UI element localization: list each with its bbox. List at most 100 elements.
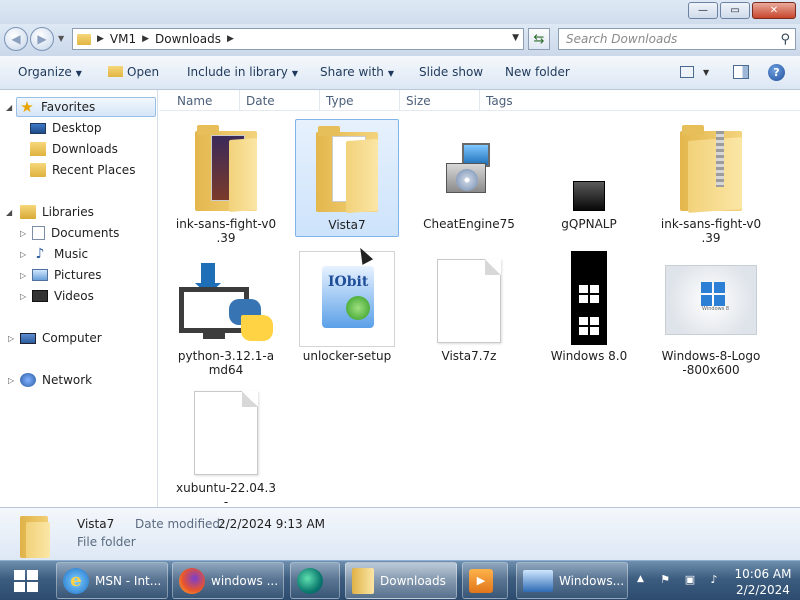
refresh-button[interactable]: ⇆ xyxy=(528,28,550,50)
help-icon[interactable]: ? xyxy=(768,64,785,81)
clock[interactable]: 10:06 AM 2/2/2024 xyxy=(730,566,796,598)
close-button[interactable]: ✕ xyxy=(752,2,796,19)
file-item[interactable]: python-3.12.1-a md64 xyxy=(174,251,278,377)
network-tray-icon[interactable]: ▣ xyxy=(683,573,697,587)
include-in-library-button[interactable]: Include in library ▼ xyxy=(187,65,298,79)
file-item[interactable]: gQPNALP xyxy=(537,119,641,237)
details-name: Vista7 xyxy=(77,517,115,531)
folder-icon xyxy=(77,33,91,45)
file-name: python-3.12.1-a md64 xyxy=(177,349,275,377)
search-input[interactable]: Search Downloads ⚲ xyxy=(558,28,796,50)
address-dropdown-icon[interactable]: ▼ xyxy=(512,33,519,43)
breadcrumb-chevron-icon[interactable]: ▶ xyxy=(97,34,104,44)
file-item-selected[interactable]: Vista7 xyxy=(295,119,399,237)
sidebar-item-pictures[interactable]: Pictures xyxy=(32,265,102,285)
sidebar-item-libraries[interactable]: Libraries xyxy=(20,202,94,222)
sidebar-item-music[interactable]: ♪ Music xyxy=(32,244,89,264)
sidebar-item-desktop[interactable]: Desktop xyxy=(30,118,102,138)
star-icon: ★ xyxy=(20,98,34,116)
taskbar-item-media-player[interactable]: ▶ xyxy=(462,562,508,599)
column-type[interactable]: Type xyxy=(326,94,354,108)
windows-image-thumbnail-icon xyxy=(571,251,607,345)
file-item[interactable]: CheatEngine75 xyxy=(417,119,521,237)
expand-arrow-icon[interactable]: ▷ xyxy=(20,292,26,301)
window-preview-icon xyxy=(523,569,553,592)
maximize-button[interactable]: ▭ xyxy=(720,2,750,19)
file-item[interactable]: Vista7.7z xyxy=(417,251,521,369)
file-item[interactable]: ink-sans-fight-v0 .39 xyxy=(174,119,278,245)
action-center-flag-icon[interactable]: ⚑ xyxy=(658,573,672,587)
sidebar-item-favorites[interactable]: ★ Favorites xyxy=(16,97,156,117)
clock-time: 10:06 AM xyxy=(734,567,792,581)
sidebar-item-documents[interactable]: Documents xyxy=(32,223,119,243)
taskbar-item-edge[interactable] xyxy=(290,562,340,599)
column-name[interactable]: Name xyxy=(177,94,212,108)
file-item[interactable]: ink-sans-fight-v0 .39 xyxy=(659,119,763,245)
column-date[interactable]: Date xyxy=(246,94,275,108)
slide-show-button[interactable]: Slide show xyxy=(419,65,483,79)
folder-icon xyxy=(352,567,374,594)
taskbar-item-firefox[interactable]: windows ... xyxy=(172,562,284,599)
taskbar-item-msn[interactable]: e MSN - Int... xyxy=(56,562,168,599)
forward-button[interactable]: ▶ xyxy=(30,27,54,51)
folder-icon xyxy=(195,125,257,212)
volume-muted-icon[interactable]: ♪ xyxy=(707,573,721,587)
back-button[interactable]: ◀ xyxy=(4,27,28,51)
desktop-icon xyxy=(30,122,46,134)
details-pane: Vista7 Date modified: 2/2/2024 9:13 AM F… xyxy=(0,507,800,560)
thumbnail-text: Windows 8 xyxy=(702,306,730,312)
file-item[interactable]: Windows 8.0 xyxy=(537,251,641,369)
start-button[interactable] xyxy=(4,563,48,599)
sidebar-item-network[interactable]: Network xyxy=(20,370,92,390)
column-divider[interactable] xyxy=(319,90,320,110)
sidebar-item-computer[interactable]: Computer xyxy=(20,328,102,348)
show-hidden-icons-icon[interactable]: ▲ xyxy=(637,574,644,584)
column-tags[interactable]: Tags xyxy=(486,94,513,108)
breadcrumb-downloads[interactable]: Downloads xyxy=(155,32,221,46)
expand-arrow-icon[interactable]: ▷ xyxy=(20,250,26,259)
breadcrumb-chevron-icon[interactable]: ▶ xyxy=(142,34,149,44)
file-name: unlocker-setup xyxy=(302,349,392,363)
taskbar-item-windows[interactable]: Windows... xyxy=(516,562,628,599)
file-item[interactable]: xubuntu-22.04.3- desktop-amd64.i xyxy=(174,383,278,507)
column-divider[interactable] xyxy=(399,90,400,110)
collapse-arrow-icon[interactable]: ◢ xyxy=(6,103,12,112)
expand-arrow-icon[interactable]: ▷ xyxy=(8,334,14,343)
column-header: Name Date Type Size Tags xyxy=(159,90,800,111)
window-titlebar: — ▭ ✕ xyxy=(0,0,800,24)
file-item[interactable]: IObit unlocker-setup xyxy=(295,251,399,369)
organize-button[interactable]: Organize ▼ xyxy=(18,65,82,79)
breadcrumb-vm1[interactable]: VM1 xyxy=(110,32,136,46)
new-folder-button[interactable]: New folder xyxy=(505,65,570,79)
share-with-button[interactable]: Share with ▼ xyxy=(320,65,394,79)
column-divider[interactable] xyxy=(239,90,240,110)
preview-pane-icon[interactable] xyxy=(733,65,749,79)
file-name: ink-sans-fight-v0 .39 xyxy=(175,217,277,245)
edge-icon xyxy=(297,567,323,594)
view-dropdown-icon[interactable]: ▼ xyxy=(703,68,709,77)
windows-logo-thumbnail-icon: Windows 8 xyxy=(665,265,757,335)
file-name: CheatEngine75 xyxy=(423,217,515,231)
column-divider[interactable] xyxy=(479,90,480,110)
recent-pages-dropdown-icon[interactable]: ▼ xyxy=(58,34,64,43)
file-item[interactable]: Windows 8 Windows-8-Logo -800x600 xyxy=(659,251,763,377)
open-button[interactable]: Open xyxy=(108,65,159,79)
installer-icon xyxy=(444,143,494,195)
search-icon[interactable]: ⚲ xyxy=(780,32,790,47)
sidebar-item-recent-places[interactable]: Recent Places xyxy=(30,160,135,180)
collapse-arrow-icon[interactable]: ◢ xyxy=(6,208,12,217)
column-size[interactable]: Size xyxy=(406,94,431,108)
file-list: ink-sans-fight-v0 .39 Vista7 CheatEngine… xyxy=(159,111,800,507)
expand-arrow-icon[interactable]: ▷ xyxy=(20,229,26,238)
sidebar-item-downloads[interactable]: Downloads xyxy=(30,139,118,159)
videos-icon xyxy=(32,290,48,302)
expand-arrow-icon[interactable]: ▷ xyxy=(8,376,14,385)
minimize-button[interactable]: — xyxy=(688,2,718,19)
file-name: xubuntu-22.04.3- desktop-amd64.i xyxy=(176,481,276,507)
address-bar[interactable]: ▶ VM1 ▶ Downloads ▶ ▼ xyxy=(72,28,524,50)
breadcrumb-chevron-icon[interactable]: ▶ xyxy=(227,34,234,44)
taskbar-item-downloads[interactable]: Downloads xyxy=(345,562,457,599)
change-view-icon[interactable] xyxy=(680,66,694,78)
sidebar-item-videos[interactable]: Videos xyxy=(32,286,94,306)
expand-arrow-icon[interactable]: ▷ xyxy=(20,271,26,280)
